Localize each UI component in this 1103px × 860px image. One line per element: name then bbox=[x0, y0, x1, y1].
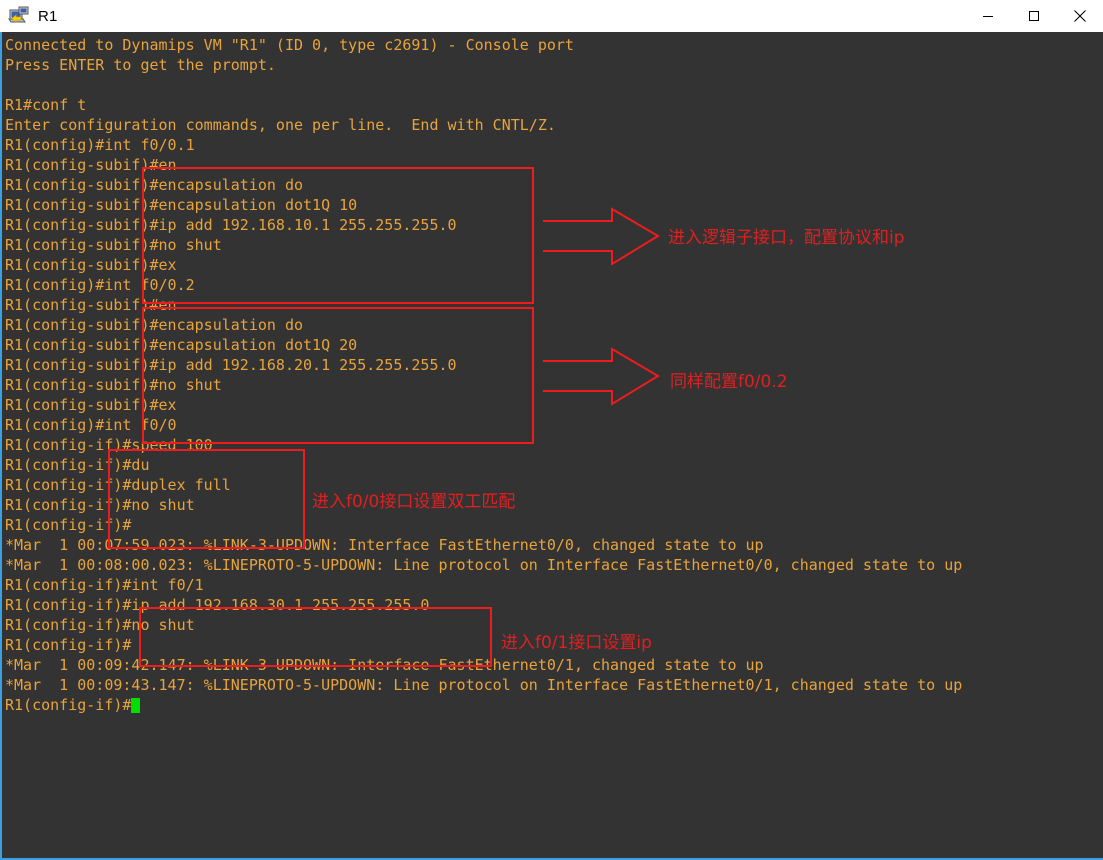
terminal-line: R1(config-if)#speed 100 bbox=[5, 436, 213, 454]
window-title: R1 bbox=[38, 7, 58, 25]
maximize-icon[interactable] bbox=[1011, 0, 1057, 32]
terminal-area[interactable]: Connected to Dynamips VM "R1" (ID 0, typ… bbox=[0, 32, 1103, 860]
console-window: R1 Connected to Dynamips VM "R1" (ID 0, … bbox=[0, 0, 1103, 860]
terminal-line: R1(config-subif)#no shut bbox=[5, 376, 222, 394]
terminal-line: R1(config-subif)#encapsulation dot1Q 20 bbox=[5, 336, 358, 354]
console-terminal-icon bbox=[8, 5, 30, 27]
terminal-line: Connected to Dynamips VM "R1" (ID 0, typ… bbox=[5, 36, 574, 54]
terminal-line: *Mar 1 00:09:42.147: %LINK-3-UPDOWN: Int… bbox=[5, 656, 764, 674]
terminal-line: R1(config-subif)#encapsulation do bbox=[5, 316, 304, 334]
terminal-line: R1(config-if)# bbox=[5, 516, 132, 534]
terminal-line: R1(config-subif)#encapsulation dot1Q 10 bbox=[5, 196, 358, 214]
terminal-line: R1(config-if)#ip add 192.168.30.1 255.25… bbox=[5, 596, 430, 614]
text-cursor bbox=[131, 698, 141, 713]
terminal-line: R1(config-subif)#encapsulation do bbox=[5, 176, 304, 194]
terminal-line: R1(config-subif)#ip add 192.168.10.1 255… bbox=[5, 216, 457, 234]
terminal-line: R1(config)#int f0/0.2 bbox=[5, 276, 195, 294]
terminal-line: R1(config)#int f0/0.1 bbox=[5, 136, 195, 154]
terminal-line: *Mar 1 00:09:43.147: %LINEPROTO-5-UPDOWN… bbox=[5, 676, 963, 694]
prompt-text: R1(config-if)# bbox=[5, 696, 132, 714]
window-controls bbox=[965, 0, 1103, 32]
terminal-line: R1(config-if)#du bbox=[5, 456, 150, 474]
terminal-line: R1#conf t bbox=[5, 96, 87, 114]
terminal-line: R1(config-if)#int f0/1 bbox=[5, 576, 204, 594]
terminal-line: R1(config-if)#no shut bbox=[5, 496, 195, 514]
terminal-line: R1(config-subif)#en bbox=[5, 296, 177, 314]
terminal-line: R1(config-if)# bbox=[5, 636, 132, 654]
terminal-line: R1(config-subif)#en bbox=[5, 156, 177, 174]
terminal-line: R1(config-subif)#no shut bbox=[5, 236, 222, 254]
terminal-line: *Mar 1 00:08:00.023: %LINEPROTO-5-UPDOWN… bbox=[5, 556, 963, 574]
terminal-line: Press ENTER to get the prompt. bbox=[5, 56, 276, 74]
close-icon[interactable] bbox=[1057, 0, 1103, 32]
minimize-icon[interactable] bbox=[965, 0, 1011, 32]
terminal-line: R1(config-subif)#ex bbox=[5, 256, 177, 274]
terminal-line: R1(config-subif)#ex bbox=[5, 396, 177, 414]
terminal-line: R1(config-if)#no shut bbox=[5, 616, 195, 634]
terminal-output[interactable]: Connected to Dynamips VM "R1" (ID 0, typ… bbox=[2, 32, 1103, 858]
terminal-line: R1(config-if)#duplex full bbox=[5, 476, 231, 494]
window-titlebar[interactable]: R1 bbox=[0, 0, 1103, 32]
terminal-prompt-line: R1(config-if)# bbox=[5, 695, 1103, 715]
terminal-line: *Mar 1 00:07:59.023: %LINK-3-UPDOWN: Int… bbox=[5, 536, 764, 554]
terminal-line: R1(config-subif)#ip add 192.168.20.1 255… bbox=[5, 356, 457, 374]
terminal-line: Enter configuration commands, one per li… bbox=[5, 116, 556, 134]
terminal-line: R1(config)#int f0/0 bbox=[5, 416, 177, 434]
